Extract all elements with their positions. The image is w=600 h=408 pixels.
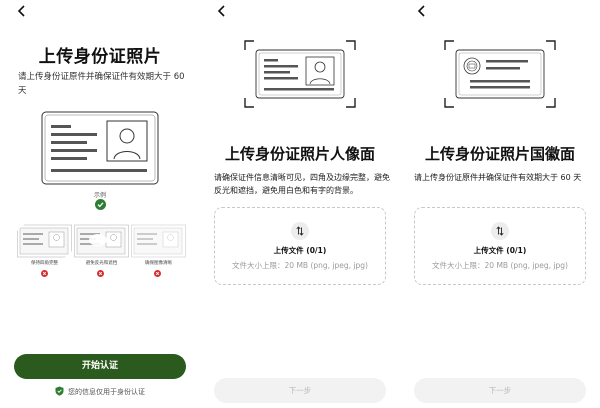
intro-screen: 上传身份证照片 请上传身份证原件并确保证件有效期大于 60 天 示例 保持四角完… <box>0 0 200 408</box>
bad-example-label: 确保图像清晰 <box>145 261 172 266</box>
page-subtitle: 请上传身份证原件并确保证件有效期大于 60 天 <box>18 72 185 96</box>
blurry-card-icon <box>131 224 186 258</box>
bad-example-blurry: 确保图像清晰 <box>131 222 186 266</box>
page-subtitle: 请确保证件信息清晰可见，四角及边缘完整，避免反光和遮挡，避免用白色和有字的背景。 <box>214 173 390 195</box>
swap-arrows-icon <box>491 222 509 240</box>
privacy-note: 您的信息仅用于身份认证 <box>0 386 200 398</box>
upload-hint: 文件大小上限：20 MB (png, jpeg, jpg) <box>232 261 368 270</box>
back-arrow-icon[interactable] <box>215 4 229 18</box>
page-title: 上传身份证照片人像面 <box>224 145 375 163</box>
bad-example-label: 保持四角完整 <box>31 261 58 266</box>
cropped-card-icon <box>17 222 72 260</box>
upload-title: 上传文件 (0/1) <box>473 246 527 255</box>
upload-front-screen: 上传身份证照片人像面 请确保证件信息清晰可见，四角及边缘完整，避免反光和遮挡，避… <box>200 0 400 408</box>
bad-example-cropped: 保持四角完整 <box>17 222 72 266</box>
back-arrow-icon[interactable] <box>15 4 29 18</box>
upload-dropzone[interactable]: 上传文件 (0/1) 文件大小上限：20 MB (png, jpeg, jpg) <box>414 207 586 285</box>
next-button[interactable]: 下一步 <box>214 378 386 403</box>
page-subtitle: 请上传身份证原件并确保证件有效期大于 60 天 <box>414 173 582 182</box>
id-front-frame-illustration <box>244 40 356 108</box>
next-button[interactable]: 下一步 <box>414 378 586 403</box>
swap-arrows-icon <box>291 222 309 240</box>
upload-dropzone[interactable]: 上传文件 (0/1) 文件大小上限：20 MB (png, jpeg, jpg) <box>214 207 386 285</box>
id-back-frame-illustration <box>444 40 556 108</box>
check-icon <box>95 199 106 210</box>
start-verification-button[interactable]: 开始认证 <box>14 354 186 379</box>
privacy-text: 您的信息仅用于身份认证 <box>68 388 145 396</box>
upload-title: 上传文件 (0/1) <box>273 246 327 255</box>
upload-back-screen: 上传身份证照片国徽面 请上传身份证原件并确保证件有效期大于 60 天 上传文件 … <box>400 0 600 408</box>
page-title: 上传身份证照片 <box>38 47 162 67</box>
shield-check-icon <box>55 386 64 398</box>
sample-label: 示例 <box>93 192 106 199</box>
sample-id-card-illustration <box>41 111 159 185</box>
close-icon <box>41 270 48 277</box>
close-icon <box>97 270 104 277</box>
back-arrow-icon[interactable] <box>415 4 429 18</box>
upload-hint: 文件大小上限：20 MB (png, jpeg, jpg) <box>432 261 568 270</box>
bad-example-label: 避免反光和遮挡 <box>85 261 118 266</box>
page-title: 上传身份证照片国徽面 <box>424 145 575 163</box>
glare-card-icon <box>74 224 129 258</box>
close-icon <box>154 270 161 277</box>
bad-example-glare: 避免反光和遮挡 <box>74 222 129 266</box>
